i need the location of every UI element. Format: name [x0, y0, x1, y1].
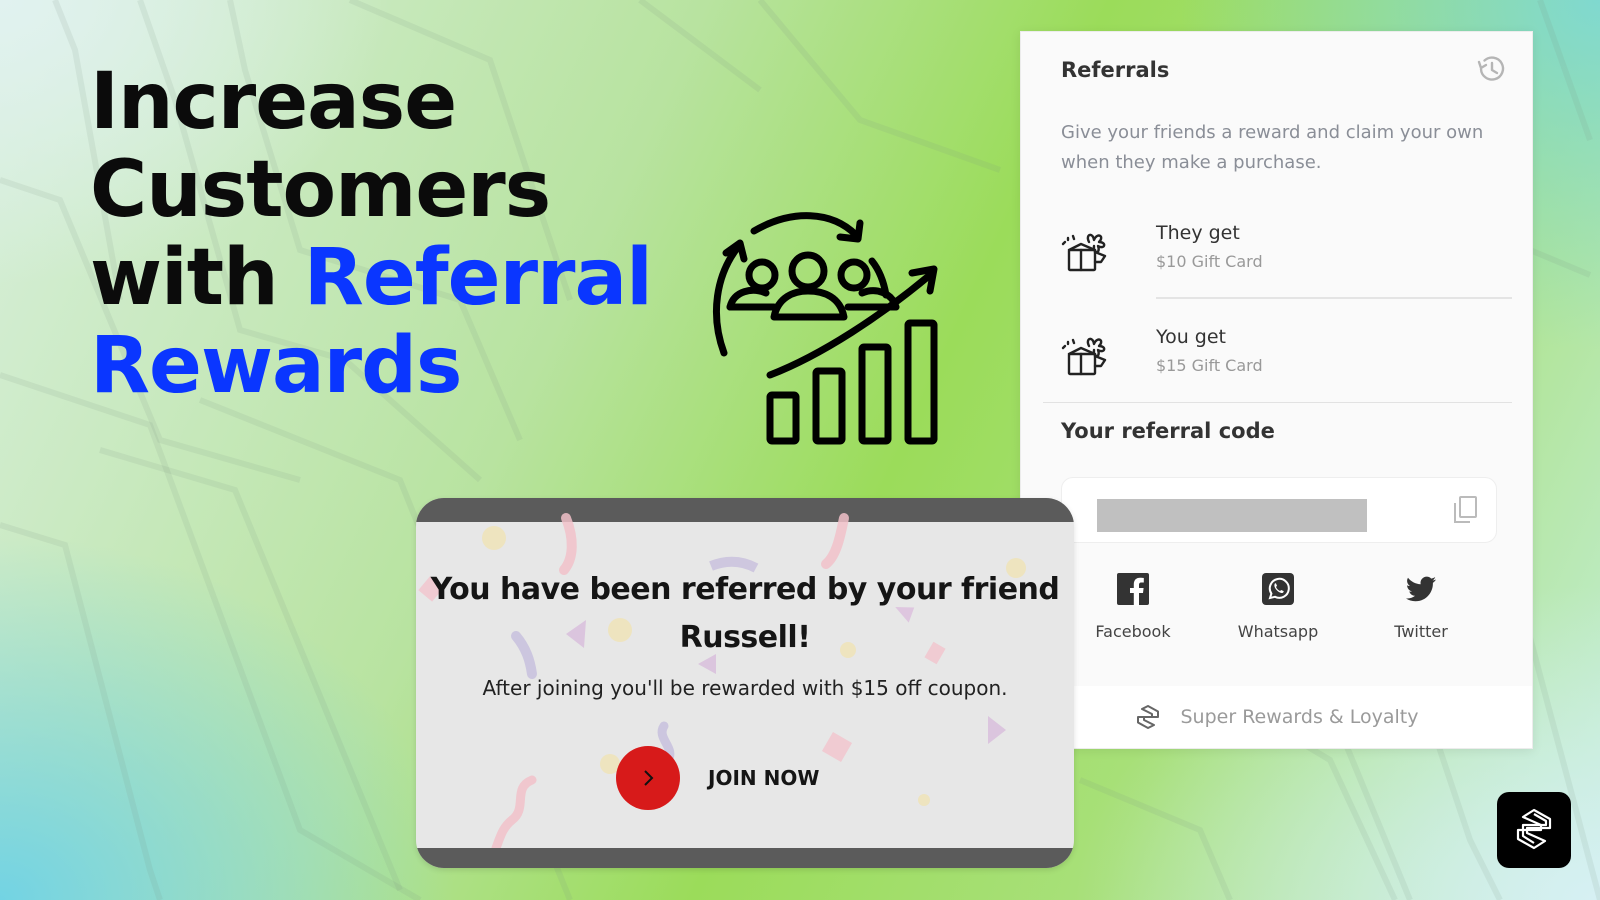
share-label: Facebook [1095, 622, 1171, 641]
whatsapp-icon [1262, 573, 1294, 605]
share-label: Twitter [1394, 622, 1448, 641]
share-facebook-button[interactable]: Facebook [1073, 572, 1193, 641]
customer-growth-icon [712, 212, 938, 445]
join-now-label[interactable]: JOIN NOW [708, 766, 819, 790]
gift-icon [1061, 337, 1107, 376]
footer-brand-text: Super Rewards & Loyalty [1180, 706, 1419, 728]
reward-row-they-get: They get $10 Gift Card [1061, 218, 1501, 288]
referral-heading: You have been referred by your friend Ru… [416, 566, 1074, 662]
headline-line-2: Customers [90, 145, 551, 235]
chevron-right-icon [644, 770, 654, 786]
super-rewards-logo-icon [1136, 705, 1159, 729]
share-label: Whatsapp [1237, 622, 1319, 641]
reward-value: $10 Gift Card [1156, 252, 1263, 271]
copy-icon[interactable] [1450, 494, 1480, 526]
super-rewards-logo-icon [1516, 808, 1552, 850]
referred-by-friend-card: You have been referred by your friend Ru… [416, 498, 1074, 868]
facebook-icon [1117, 573, 1149, 606]
brand-badge [1497, 792, 1571, 868]
referral-heading-line-1: You have been referred by your friend [430, 572, 1060, 607]
join-now-button[interactable]: JOIN NOW [616, 746, 819, 810]
referral-subtext: After joining you'll be rewarded with $1… [482, 676, 1008, 700]
referrals-panel: Referrals Give your friends a reward and… [1020, 31, 1533, 749]
referral-code-field[interactable] [1061, 477, 1497, 543]
history-icon[interactable] [1476, 54, 1506, 84]
card-bottom-bar [416, 848, 1074, 868]
referrals-description: Give your friends a reward and claim you… [1061, 122, 1484, 173]
join-now-circle[interactable] [616, 746, 680, 810]
gift-icon [1061, 233, 1107, 272]
headline-plain-text: with [90, 233, 304, 323]
headline-line-1: Increase [90, 57, 457, 147]
reward-label: You get [1156, 326, 1226, 348]
share-twitter-button[interactable]: Twitter [1361, 572, 1481, 641]
referrals-title: Referrals [1061, 58, 1170, 82]
panel-footer: Super Rewards & Loyalty [1021, 686, 1532, 748]
divider [1043, 402, 1512, 403]
headline-accent-text: Referral [303, 233, 653, 323]
reward-value: $15 Gift Card [1156, 356, 1263, 375]
reward-row-you-get: You get $15 Gift Card [1061, 322, 1501, 392]
referral-code-title: Your referral code [1061, 419, 1275, 443]
referral-code-value [1097, 499, 1367, 532]
referrer-name: Russell! [679, 620, 811, 655]
share-options: Facebook Whatsapp Twitter [1061, 572, 1501, 662]
headline-line-3: with Referral [90, 233, 653, 323]
divider [1156, 297, 1512, 299]
twitter-icon [1405, 576, 1436, 602]
headline-line-4: Rewards [90, 321, 462, 411]
headline: Increase Customers with Referral Rewards [90, 57, 653, 411]
share-whatsapp-button[interactable]: Whatsapp [1218, 572, 1338, 641]
reward-label: They get [1156, 222, 1240, 244]
